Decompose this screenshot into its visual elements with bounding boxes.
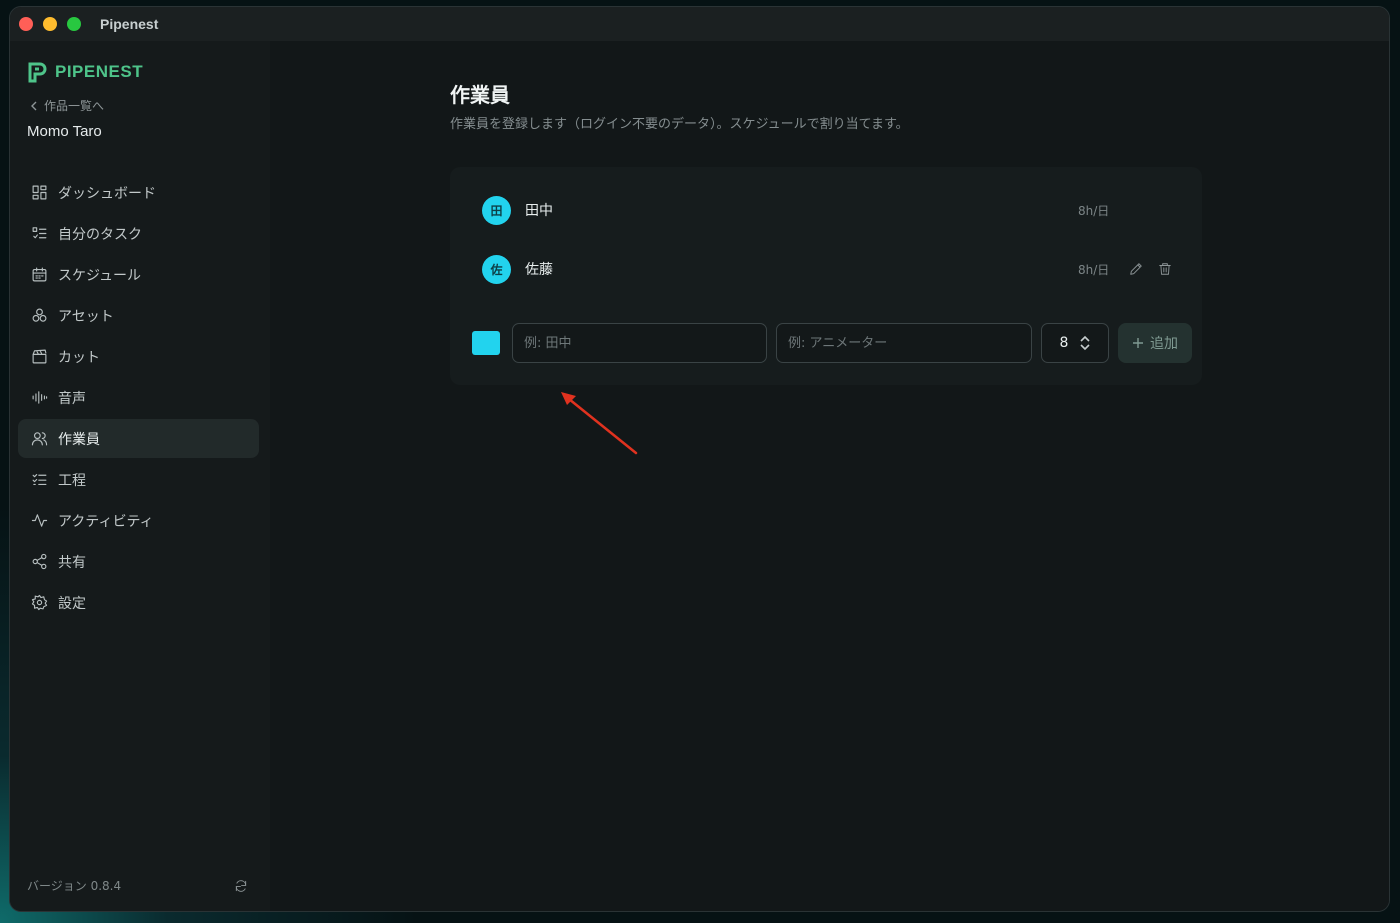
sidebar-item-label: 設定 (58, 595, 86, 612)
clapperboard-icon (31, 348, 48, 365)
chevron-left-icon (31, 101, 37, 110)
users-icon (31, 430, 48, 447)
worker-hours: 8h/日 (1078, 203, 1110, 218)
refresh-icon (235, 880, 247, 892)
add-worker-button[interactable]: 追加 (1118, 323, 1192, 363)
sidebar-item-assets[interactable]: アセット (18, 296, 259, 335)
sidebar-item-dashboard[interactable]: ダッシュボード (18, 173, 259, 212)
gear-icon (31, 594, 48, 611)
list-item[interactable]: 佐 佐藤 8h/日 (482, 253, 1182, 285)
plus-icon (1133, 338, 1143, 348)
dashboard-grid-icon (31, 184, 48, 201)
sidebar-item-label: 共有 (58, 554, 86, 571)
sidebar-item-label: ダッシュボード (58, 185, 156, 202)
project-name: Momo Taro (27, 123, 102, 140)
brand-name: PIPENEST (55, 62, 144, 81)
sidebar-item-label: 自分のタスク (58, 226, 142, 243)
close-window-button[interactable] (19, 17, 33, 31)
main-content: 作業員 作業員を登録します（ログイン不要のデータ）。スケジュールで割り当てます。… (270, 41, 1389, 911)
worker-hours: 8h/日 (1078, 262, 1110, 277)
sidebar-nav: ダッシュボード 自分のタスク スケジュール アセット カット 音声 作業員 工程… (18, 173, 259, 624)
activity-icon (31, 512, 48, 529)
sidebar-item-label: カット (58, 349, 100, 366)
hours-stepper[interactable]: 8 (1041, 323, 1109, 363)
sidebar-item-activity[interactable]: アクティビティ (18, 501, 259, 540)
calendar-icon (31, 266, 48, 283)
sidebar-item-processes[interactable]: 工程 (18, 460, 259, 499)
worker-name: 田中 (525, 203, 553, 219)
stepper-arrows[interactable] (1080, 335, 1091, 351)
sidebar-item-label: スケジュール (58, 267, 142, 284)
add-button-label: 追加 (1150, 336, 1178, 352)
minimize-window-button[interactable] (43, 17, 57, 31)
sidebar-item-label: アセット (58, 308, 114, 325)
checklist-icon (31, 471, 48, 488)
app-window: Pipenest PIPENEST 作品一覧へ Momo Taro ダッシュボー… (9, 6, 1390, 912)
assets-icon (31, 307, 48, 324)
color-picker[interactable] (472, 331, 500, 355)
worker-role-input[interactable] (776, 323, 1032, 363)
title-bar: Pipenest (10, 7, 1389, 41)
sidebar-item-label: アクティビティ (58, 513, 154, 530)
version-label: バージョン 0.8.4 (27, 879, 122, 893)
pencil-icon (1130, 263, 1142, 275)
worker-name: 佐藤 (525, 262, 553, 278)
page-title: 作業員 (450, 83, 510, 107)
hours-value: 8 (1059, 335, 1069, 351)
share-icon (31, 553, 48, 570)
workers-card: 田 田中 8h/日 佐 佐藤 8h/日 8 (450, 167, 1202, 385)
avatar: 佐 (482, 254, 511, 284)
brand-logo[interactable]: PIPENEST (27, 61, 143, 83)
sidebar-item-label: 音声 (58, 390, 86, 407)
pipenest-logo-icon (28, 62, 47, 83)
sidebar-item-my-tasks[interactable]: 自分のタスク (18, 214, 259, 253)
window-title: Pipenest (100, 16, 159, 32)
sidebar-item-label: 作業員 (58, 431, 100, 448)
sidebar-item-schedule[interactable]: スケジュール (18, 255, 259, 294)
annotation-arrow-icon (561, 392, 638, 455)
worker-name-input[interactable] (512, 323, 767, 363)
page-description: 作業員を登録します（ログイン不要のデータ）。スケジュールで割り当てます。 (450, 117, 909, 132)
task-list-icon (31, 225, 48, 242)
avatar: 田 (482, 195, 511, 225)
refresh-button[interactable] (234, 878, 250, 894)
maximize-window-button[interactable] (67, 17, 81, 31)
sidebar-item-share[interactable]: 共有 (18, 542, 259, 581)
delete-worker-button[interactable] (1157, 261, 1173, 277)
sidebar-item-cuts[interactable]: カット (18, 337, 259, 376)
audio-wave-icon (31, 389, 48, 406)
sidebar-item-audio[interactable]: 音声 (18, 378, 259, 417)
sidebar: PIPENEST 作品一覧へ Momo Taro ダッシュボード 自分のタスク … (10, 41, 270, 911)
back-link-label: 作品一覧へ (44, 99, 105, 113)
window-controls (19, 17, 81, 31)
trash-icon (1159, 263, 1171, 275)
edit-worker-button[interactable] (1128, 261, 1144, 277)
sidebar-item-settings[interactable]: 設定 (18, 583, 259, 622)
chevron-down-icon (1080, 344, 1091, 351)
chevron-up-icon (1080, 335, 1091, 342)
list-item[interactable]: 田 田中 8h/日 (482, 194, 1182, 226)
sidebar-item-label: 工程 (58, 472, 86, 489)
back-to-works-link[interactable]: 作品一覧へ (30, 97, 104, 114)
sidebar-item-workers[interactable]: 作業員 (18, 419, 259, 458)
